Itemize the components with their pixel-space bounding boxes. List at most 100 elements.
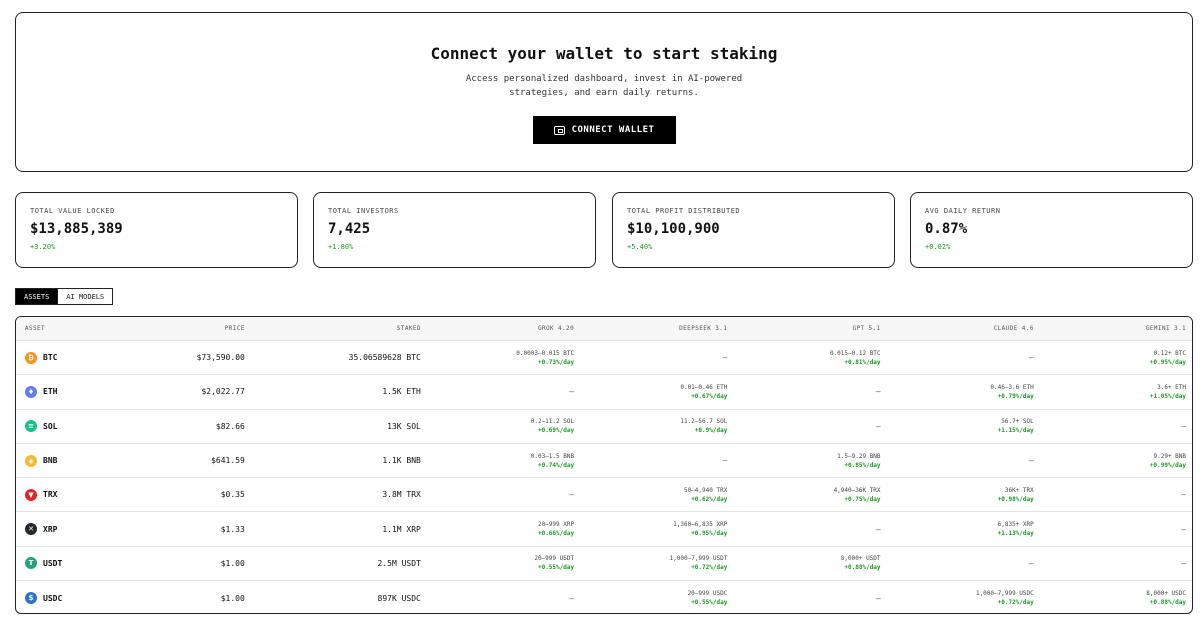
tier-rate: +1.13%/day xyxy=(997,530,1034,538)
tier-rate: +0.99%/day xyxy=(1149,461,1187,469)
tier-range: 56.7+ SOL xyxy=(1001,418,1034,426)
asset-cell: ♦ ETH xyxy=(16,385,93,398)
empty-tier: — xyxy=(1181,421,1187,431)
empty-tier: — xyxy=(722,456,728,466)
model-tier-cell: 50–4,940 TRX +0.62%/day xyxy=(574,487,727,503)
table-row[interactable]: ≡ SOL $82.66 13K SOL 0.2–11.2 SOL +0.69%/day 1… xyxy=(16,410,1192,444)
tier-rate: +0.55%/day xyxy=(537,564,575,572)
tier-range: 0.03–1.5 BNB xyxy=(530,452,575,460)
stat-change: +3.20% xyxy=(30,243,56,251)
stat-label: TOTAL INVESTORS xyxy=(328,207,399,215)
model-tier-cell: — xyxy=(421,387,574,396)
wallet-icon xyxy=(553,125,565,135)
staked-cell: 1.1M XRP xyxy=(382,524,421,534)
table-row[interactable]: ₿ BTC $73,590.00 35.06589628 BTC 0.0003–0.01… xyxy=(16,341,1192,376)
model-tier-cell: — xyxy=(881,456,1034,465)
empty-tier: — xyxy=(1028,558,1034,568)
col-header-price: PRICE xyxy=(224,325,245,332)
stat-value: 7,425 xyxy=(328,221,371,237)
table-body: ₿ BTC $73,590.00 35.06589628 BTC 0.0003–0.01… xyxy=(16,341,1192,613)
empty-tier: — xyxy=(875,387,881,397)
tier-rate: +0.88%/day xyxy=(1149,599,1187,607)
staked-cell: 1.1K BNB xyxy=(382,456,421,466)
model-tier-cell: 11.2–56.7 SOL +0.9%/day xyxy=(574,418,727,434)
tier-rate: +0.62%/day xyxy=(691,495,728,503)
table-row[interactable]: ◈ BNB $641.59 1.1K BNB 0.03–1.5 BNB +0.74%/da… xyxy=(16,444,1192,479)
stats-row: TOTAL VALUE LOCKED $13,885,389 +3.20% TO… xyxy=(15,192,1193,268)
tier-rate: +0.67%/day xyxy=(691,392,728,400)
price-cell: $1.33 xyxy=(220,524,245,534)
table-row[interactable]: ✕ XRP $1.33 1.1M XRP 20–999 XRP +0.66%/day 1,3… xyxy=(16,512,1192,547)
table-row[interactable]: ♦ ETH $2,022.77 1.5K ETH —0.01–0.46 ETH +0.67… xyxy=(16,375,1192,410)
col-header-deepseek: DEEPSEEK 3.1 xyxy=(679,325,728,332)
empty-tier: — xyxy=(569,593,575,603)
price-cell: $73,590.00 xyxy=(196,353,245,363)
empty-tier: — xyxy=(1181,490,1187,500)
asset-cell: $ USDC xyxy=(16,592,93,605)
tier-range: 20–999 USDC xyxy=(687,590,728,598)
empty-tier: — xyxy=(569,490,575,500)
stat-change: +0.02% xyxy=(925,243,951,251)
model-tier-cell: — xyxy=(727,422,881,431)
xrp-coin-icon: ✕ xyxy=(25,523,37,536)
model-tier-cell: 0.03–1.5 BNB +0.74%/day xyxy=(421,453,574,469)
asset-symbol: ETH xyxy=(43,387,58,397)
sol-coin-icon: ≡ xyxy=(25,420,37,433)
tier-range: 11.2–56.7 SOL xyxy=(680,418,728,426)
empty-tier: — xyxy=(722,353,728,363)
model-tier-cell: — xyxy=(574,456,727,465)
model-tier-cell: — xyxy=(727,387,881,397)
stat-card-investors: TOTAL INVESTORS 7,425 +1.80% xyxy=(313,192,596,268)
tier-range: 20–999 USDT xyxy=(534,555,575,563)
tier-rate: +1.05%/day xyxy=(1149,392,1187,400)
model-tier-cell: 56.7+ SOL +1.15%/day xyxy=(881,418,1034,434)
empty-tier: — xyxy=(1181,524,1187,534)
price-cell: $1.00 xyxy=(220,593,245,603)
asset-cell: ◈ BNB xyxy=(16,454,93,467)
table-row[interactable]: $ USDC $1.00 897K USDC —20–999 USDC +0.55%/da… xyxy=(16,581,1192,613)
tier-rate: +0.88%/day xyxy=(844,564,881,572)
connect-wallet-button[interactable]: CONNECT WALLET xyxy=(532,116,676,144)
stat-card-tvl: TOTAL VALUE LOCKED $13,885,389 +3.20% xyxy=(15,192,298,268)
staked-cell: 2.5M USDT xyxy=(377,558,421,568)
model-tier-cell: 4,940–36K TRX +0.75%/day xyxy=(727,487,881,503)
connect-wallet-label: CONNECT WALLET xyxy=(571,125,655,135)
tier-range: 6,835+ XRP xyxy=(997,521,1034,529)
table-row[interactable]: T USDT $1.00 2.5M USDT 20–999 USDT +0.55%/day… xyxy=(16,547,1192,582)
asset-symbol: SOL xyxy=(43,421,58,431)
asset-symbol: USDT xyxy=(43,558,63,568)
staked-cell: 13K SOL xyxy=(387,421,421,431)
model-tier-cell: 1,000–7,999 USDT +0.72%/day xyxy=(574,555,728,571)
model-tier-cell: 0.0003–0.015 BTC +0.73%/day xyxy=(421,350,574,366)
col-header-asset: ASSET xyxy=(25,325,46,332)
model-tier-cell: 1,000–7,999 USDC +0.72%/day xyxy=(881,590,1034,606)
model-tier-cell: 9.29+ BNB +0.99%/day xyxy=(1034,453,1192,469)
tab-ai-models[interactable]: AI MODELS xyxy=(58,288,114,305)
model-tier-cell: 0.015–0.12 BTC +0.81%/day xyxy=(727,349,881,366)
price-cell: $82.66 xyxy=(215,421,245,431)
view-tabs: ASSETS AI MODELS xyxy=(15,288,114,305)
tier-range: 0.0003–0.015 BTC xyxy=(516,349,575,357)
price-cell: $1.00 xyxy=(220,558,245,568)
staked-cell: 897K USDC xyxy=(377,593,421,603)
model-tier-cell: 3.6+ ETH +1.05%/day xyxy=(1034,384,1192,400)
tier-range: 36K+ TRX xyxy=(1004,486,1034,494)
tab-assets[interactable]: ASSETS xyxy=(15,288,59,305)
model-tier-cell: — xyxy=(1034,490,1192,499)
col-header-gpt: GPT 5.1 xyxy=(852,325,881,332)
tier-range: 1,000–7,999 USDT xyxy=(669,555,728,563)
tier-range: 0.015–0.12 BTC xyxy=(829,349,881,357)
model-tier-cell: — xyxy=(421,490,574,499)
tier-rate: +0.95%/day xyxy=(1149,358,1187,366)
tier-rate: +0.9%/day xyxy=(694,427,728,435)
usdt-coin-icon: T xyxy=(25,557,37,570)
price-cell: $0.35 xyxy=(220,490,245,500)
tier-rate: +0.72%/day xyxy=(997,599,1034,607)
tier-range: 0.01–0.46 ETH xyxy=(680,383,728,391)
stat-change: +5.40% xyxy=(627,243,653,251)
model-tier-cell: 36K+ TRX +0.98%/day xyxy=(881,487,1034,503)
stat-value: 0.87% xyxy=(925,221,968,237)
connect-wallet-panel: Connect your wallet to start staking Acc… xyxy=(15,12,1193,172)
tier-rate: +0.73%/day xyxy=(537,358,575,366)
table-row[interactable]: ▼ TRX $0.35 3.8M TRX —50–4,940 TRX +0.62%/day… xyxy=(16,478,1192,513)
